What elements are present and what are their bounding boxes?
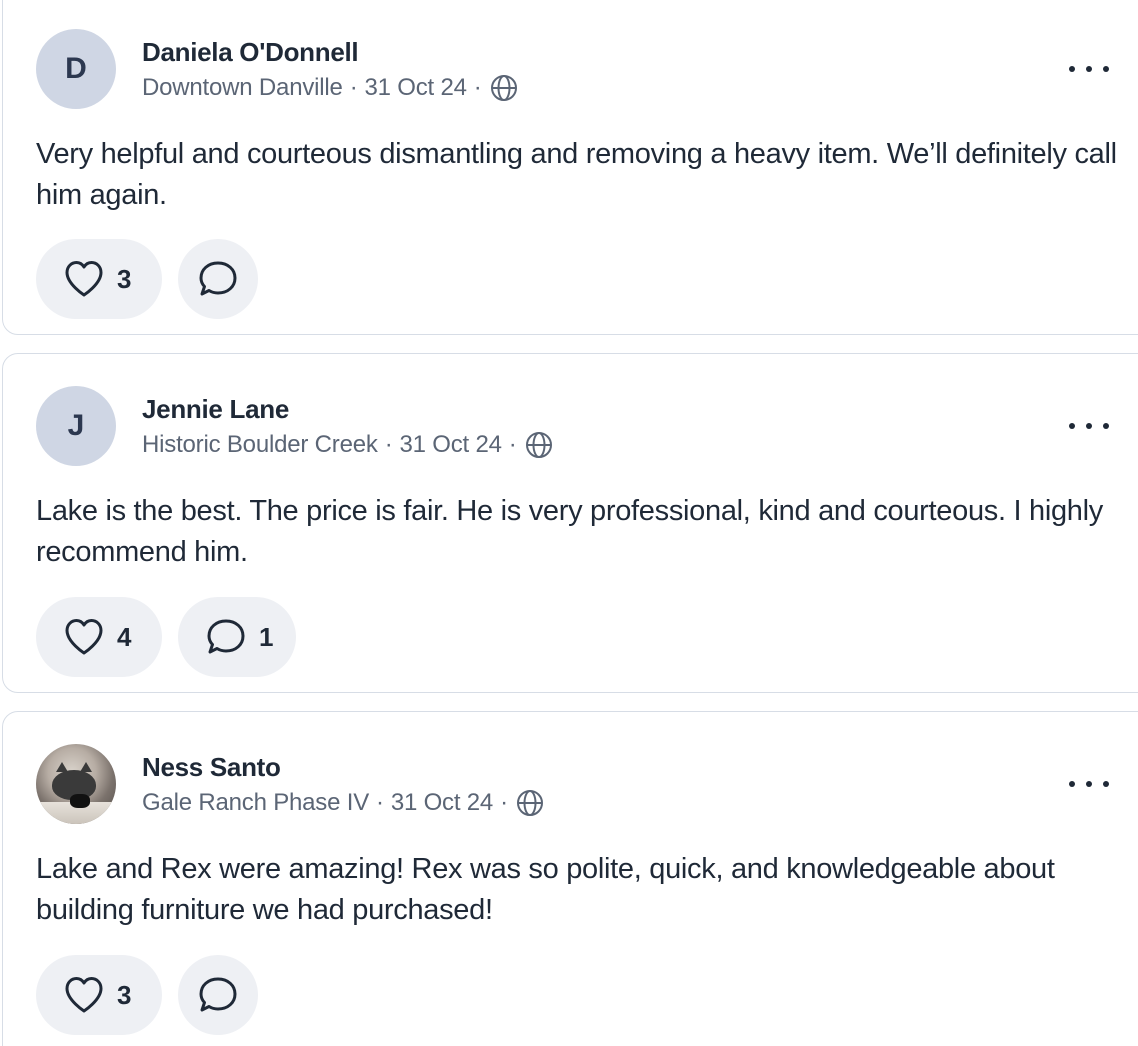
- review-card: Ness Santo Gale Ranch Phase IV · 31 Oct …: [2, 711, 1138, 1046]
- like-button[interactable]: 3: [36, 239, 162, 319]
- like-count: 4: [117, 621, 132, 652]
- more-options-button[interactable]: [1069, 56, 1109, 82]
- more-options-icon: [1069, 66, 1075, 72]
- review-card: D Daniela O'Donnell Downtown Danville · …: [2, 0, 1138, 335]
- more-options-icon: [1069, 423, 1075, 429]
- more-options-dot: [1103, 66, 1109, 72]
- separator: ·: [473, 74, 482, 101]
- globe-icon: [524, 430, 554, 460]
- toy-shape: [70, 794, 90, 808]
- avatar[interactable]: J: [36, 386, 116, 466]
- more-options-button[interactable]: [1069, 771, 1109, 797]
- avatar-initial: D: [65, 52, 87, 85]
- separator: ·: [376, 789, 384, 816]
- more-options-dot: [1086, 66, 1092, 72]
- avatar[interactable]: [36, 744, 116, 824]
- neighborhood-link[interactable]: Gale Ranch Phase IV: [142, 789, 369, 817]
- more-options-dot: [1086, 423, 1092, 429]
- review-feed: D Daniela O'Donnell Downtown Danville · …: [0, 0, 1138, 1046]
- post-date: 31 Oct 24: [390, 789, 494, 816]
- author-name[interactable]: Ness Santo: [142, 752, 281, 783]
- post-meta: Gale Ranch Phase IV · 31 Oct 24 ·: [142, 788, 545, 818]
- avatar-initial: J: [67, 409, 85, 442]
- post-date: 31 Oct 24: [399, 431, 502, 458]
- heart-icon: [63, 975, 105, 1015]
- globe-icon: [515, 788, 545, 818]
- heart-icon: [63, 617, 105, 657]
- post-meta: Historic Boulder Creek · 31 Oct 24 ·: [142, 430, 554, 460]
- post-meta: Downtown Danville · 31 Oct 24 ·: [142, 73, 519, 103]
- review-card: J Jennie Lane Historic Boulder Creek · 3…: [2, 353, 1138, 693]
- like-count: 3: [117, 263, 132, 294]
- post-date: 31 Oct 24: [364, 74, 467, 101]
- separator: ·: [500, 789, 508, 816]
- heart-icon: [63, 259, 105, 299]
- comment-button[interactable]: 1: [178, 597, 296, 677]
- comment-button[interactable]: [178, 955, 258, 1035]
- separator: ·: [508, 431, 517, 458]
- separator: ·: [349, 74, 358, 101]
- comment-button[interactable]: [178, 239, 258, 319]
- more-options-button[interactable]: [1069, 413, 1109, 439]
- comment-count: 1: [259, 621, 274, 652]
- more-options-dot: [1103, 781, 1109, 787]
- avatar[interactable]: D: [36, 29, 116, 109]
- more-options-icon: [1069, 781, 1075, 787]
- review-text: Lake and Rex were amazing! Rex was so po…: [36, 853, 1055, 926]
- more-options-dot: [1086, 781, 1092, 787]
- more-options-dot: [1103, 423, 1109, 429]
- review-text: Lake is the best. The price is fair. He …: [36, 495, 1103, 568]
- review-text: Very helpful and courteous dismantling a…: [36, 138, 1117, 211]
- speech-bubble-icon: [205, 617, 247, 657]
- like-count: 3: [117, 979, 132, 1010]
- author-name[interactable]: Daniela O'Donnell: [142, 37, 359, 68]
- like-button[interactable]: 4: [36, 597, 162, 677]
- speech-bubble-icon: [197, 259, 239, 299]
- neighborhood-link[interactable]: Historic Boulder Creek: [142, 431, 378, 459]
- globe-icon: [489, 73, 519, 103]
- author-name[interactable]: Jennie Lane: [142, 394, 289, 425]
- neighborhood-link[interactable]: Downtown Danville: [142, 74, 343, 102]
- speech-bubble-icon: [197, 975, 239, 1015]
- like-button[interactable]: 3: [36, 955, 162, 1035]
- separator: ·: [384, 431, 393, 458]
